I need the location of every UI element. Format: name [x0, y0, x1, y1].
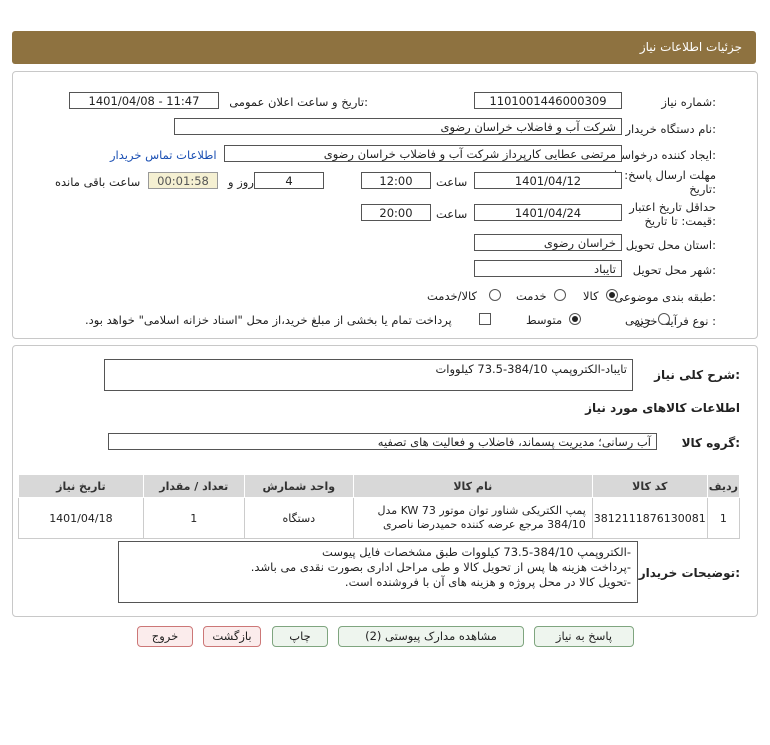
buyer-field: شرکت آب و فاضلاب خراسان رضوی: [174, 118, 622, 135]
reply-button[interactable]: پاسخ به نیاز: [534, 626, 634, 647]
cell-qty: 1: [142, 497, 245, 539]
validity-date-field: 1401/04/24: [474, 204, 622, 221]
col-qty: تعداد / مقدار: [142, 474, 245, 498]
cell-name: پمپ الکتریکی شناور توان موتور KW 73 مدل …: [352, 497, 593, 539]
cell-code: 3812111876130081: [591, 497, 708, 539]
notes-line: -پرداخت هزینه ها پس از تحویل کالا و طی م…: [250, 560, 631, 574]
category-radio-goods-service[interactable]: [489, 289, 501, 301]
days-label: روز و: [228, 175, 254, 189]
process-radio-medium[interactable]: [569, 313, 581, 325]
buyer-notes: -الکتروپمپ 384/10-73.5 کیلووات طبق مشخصا…: [118, 541, 638, 603]
treasury-checkbox[interactable]: [479, 313, 491, 325]
page-title: جزئیات اطلاعات نیاز: [639, 40, 742, 54]
category-radio-service[interactable]: [554, 289, 566, 301]
goods-table: ردیف کد کالا نام کالا واحد شمارش تعداد /…: [18, 474, 741, 539]
category-option-goods: کالا: [583, 289, 599, 303]
goods-group-label: گروه کالا:: [681, 436, 740, 450]
col-code: کد کالا: [591, 474, 708, 498]
summary-field: تایباد-الکتروپمپ 384/10-73.5 کیلووات: [104, 359, 633, 391]
need-number-field: 1101001446000309: [474, 92, 622, 109]
category-label: طبقه بندی موضوعی:: [614, 290, 716, 304]
table-row: 1 3812111876130081 پمپ الکتریکی شناور تو…: [18, 497, 741, 539]
announce-field: 1401/04/08 - 11:47: [69, 92, 219, 109]
attachments-button[interactable]: مشاهده مدارک پیوستی (2): [338, 626, 524, 647]
process-radio-minor[interactable]: [658, 313, 670, 325]
goods-table-header: ردیف کد کالا نام کالا واحد شمارش تعداد /…: [18, 474, 741, 498]
city-label: شهر محل تحویل:: [632, 263, 716, 277]
category-option-goods-service: کالا/خدمت: [427, 289, 478, 303]
validity-time-field: 20:00: [361, 204, 431, 221]
validity-label-line1: حداقل تاریخ اعتبار: [629, 200, 716, 214]
process-option-minor: جزیی: [625, 313, 652, 327]
exit-button[interactable]: خروج: [137, 626, 193, 647]
goods-info-title: اطلاعات کالاهای مورد نیاز: [585, 401, 740, 415]
col-date: تاریخ نیاز: [18, 474, 144, 498]
days-field: 4: [254, 172, 324, 189]
col-row: ردیف: [706, 474, 741, 498]
notes-line: -تحویل کالا در محل پروژه و هزینه های آن …: [344, 575, 631, 589]
summary-label: شرح کلی نیاز:: [654, 368, 740, 382]
remaining-label: ساعت باقی مانده: [55, 175, 141, 189]
category-option-service: خدمت: [516, 289, 547, 303]
buyer-label: نام دستگاه خریدار:: [625, 122, 716, 136]
cell-date: 1401/04/18: [18, 497, 144, 539]
deadline-date-field: 1401/04/12: [474, 172, 622, 189]
deadline-label-line1: مهلت ارسال پاسخ: تا: [613, 168, 716, 182]
announce-label: تاریخ و ساعت اعلان عمومی:: [229, 95, 368, 109]
cell-row: 1: [706, 497, 741, 539]
validity-label-line2: قیمت: تا تاریخ:: [644, 214, 716, 228]
need-number-label: شماره نیاز:: [661, 95, 716, 109]
notes-line: -الکتروپمپ 384/10-73.5 کیلووات طبق مشخصا…: [322, 545, 631, 559]
deadline-label-line2: تاریخ:: [689, 182, 716, 196]
city-field: تایباد: [474, 260, 622, 277]
deadline-time-field: 12:00: [361, 172, 431, 189]
province-field: خراسان رضوی: [474, 234, 622, 251]
category-radio-goods[interactable]: [606, 289, 618, 301]
goods-group-field: آب رسانی؛ مدیریت پسماند، فاضلاب و فعالیت…: [108, 433, 657, 450]
cell-unit: دستگاه: [243, 497, 354, 539]
back-button[interactable]: بازگشت: [203, 626, 261, 647]
col-name: نام کالا: [352, 474, 593, 498]
province-label: استان محل تحویل:: [625, 238, 716, 252]
col-unit: واحد شمارش: [243, 474, 354, 498]
payment-note: پرداخت تمام یا بخشی از مبلغ خرید،از محل …: [85, 313, 452, 327]
process-option-medium: متوسط: [526, 313, 563, 327]
page-header: جزئیات اطلاعات نیاز: [12, 31, 756, 64]
validity-time-label: ساعت: [436, 207, 468, 221]
creator-field: مرتضی عطایی کارپرداز شرکت آب و فاضلاب خر…: [224, 145, 622, 162]
print-button[interactable]: چاپ: [272, 626, 328, 647]
deadline-time-label: ساعت: [436, 175, 468, 189]
buyer-contact-link[interactable]: اطلاعات تماس خریدار: [110, 148, 217, 162]
page: ParsNamadData پایگاه اطلاع رسانی مناقصه …: [0, 0, 770, 745]
creator-label: ایجاد کننده درخواست:: [610, 148, 716, 162]
notes-label: توضیحات خریدار:: [638, 566, 740, 580]
remaining-time-field: 00:01:58: [148, 172, 218, 189]
